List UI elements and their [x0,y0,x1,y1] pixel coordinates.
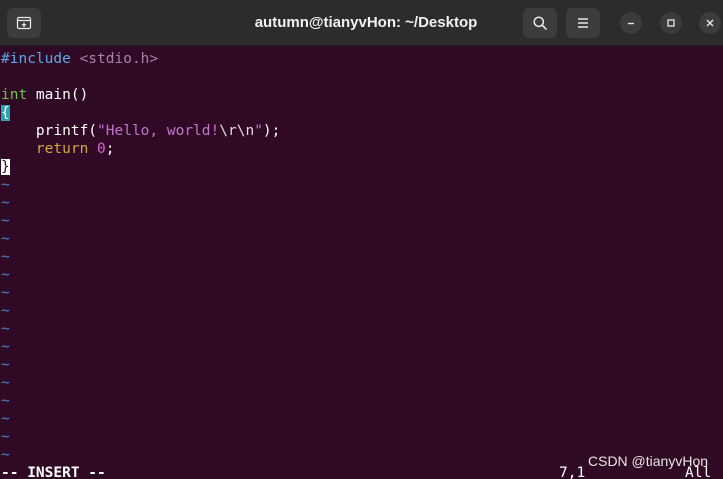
empty-line-tilde: ~ [1,393,10,409]
empty-line-tilde: ~ [1,231,10,247]
new-tab-button[interactable] [7,8,41,38]
code-line-4: { [1,104,10,122]
return-space [88,141,97,157]
empty-line-tilde: ~ [1,339,10,355]
close-icon [706,19,714,27]
hamburger-menu-icon [578,18,588,28]
empty-line-tilde: ~ [1,303,10,319]
code-line-1: #include <stdio.h> [1,50,158,68]
search-button[interactable] [523,8,557,38]
include-directive: #include [1,51,71,67]
terminal-window: autumn@tianyvHon: ~/Desktop #include <st… [0,0,723,479]
cursor-position: 7,1 [559,465,586,479]
code-line-6: return 0; [1,140,115,158]
escape-n: \n [236,123,255,139]
empty-line-tilde: ~ [1,375,10,391]
printf-close: ); [262,123,281,139]
code-line-3: int main() [1,86,88,104]
menu-button[interactable] [566,8,600,38]
new-tab-icon [16,16,32,30]
empty-line-tilde: ~ [1,411,10,427]
empty-line-tilde: ~ [1,429,10,445]
type-keyword: int [1,87,28,103]
maximize-button[interactable] [660,12,682,34]
empty-line-tilde: ~ [1,321,10,337]
return-keyword: return [35,141,89,157]
include-file: <stdio.h> [70,51,159,67]
minimize-button[interactable] [620,12,642,34]
return-indent [1,141,36,157]
code-line-7: } [1,158,10,176]
vim-mode-indicator: -- INSERT -- [1,465,106,479]
window-title: autumn@tianyvHon: ~/Desktop [254,14,478,31]
escape-r: \r [219,123,237,139]
printf-call: printf( [1,123,98,139]
return-semicolon: ; [105,141,115,157]
return-value: 0 [97,141,106,157]
search-icon [533,16,547,30]
main-signature: main() [27,87,89,103]
empty-line-tilde: ~ [1,249,10,265]
watermark: CSDN @tianyvHon [588,453,709,469]
empty-line-tilde: ~ [1,447,10,463]
empty-line-tilde: ~ [1,195,10,211]
close-button[interactable] [699,12,721,34]
printf-string-end: " [254,123,263,139]
open-brace-matched: { [1,105,10,121]
minimize-icon [628,22,634,25]
printf-string: "Hello, world! [97,123,220,139]
code-line-5: printf("Hello, world!\r\n"); [1,122,280,140]
vim-editor[interactable]: #include <stdio.h> int main() { printf("… [0,50,723,479]
empty-line-tilde: ~ [1,357,10,373]
empty-line-tilde: ~ [1,285,10,301]
empty-line-tilde: ~ [1,267,10,283]
title-bar: autumn@tianyvHon: ~/Desktop [0,0,723,46]
close-brace-cursor: } [1,159,10,175]
maximize-icon [667,19,675,27]
empty-line-tilde: ~ [1,177,10,193]
empty-line-tilde: ~ [1,213,10,229]
